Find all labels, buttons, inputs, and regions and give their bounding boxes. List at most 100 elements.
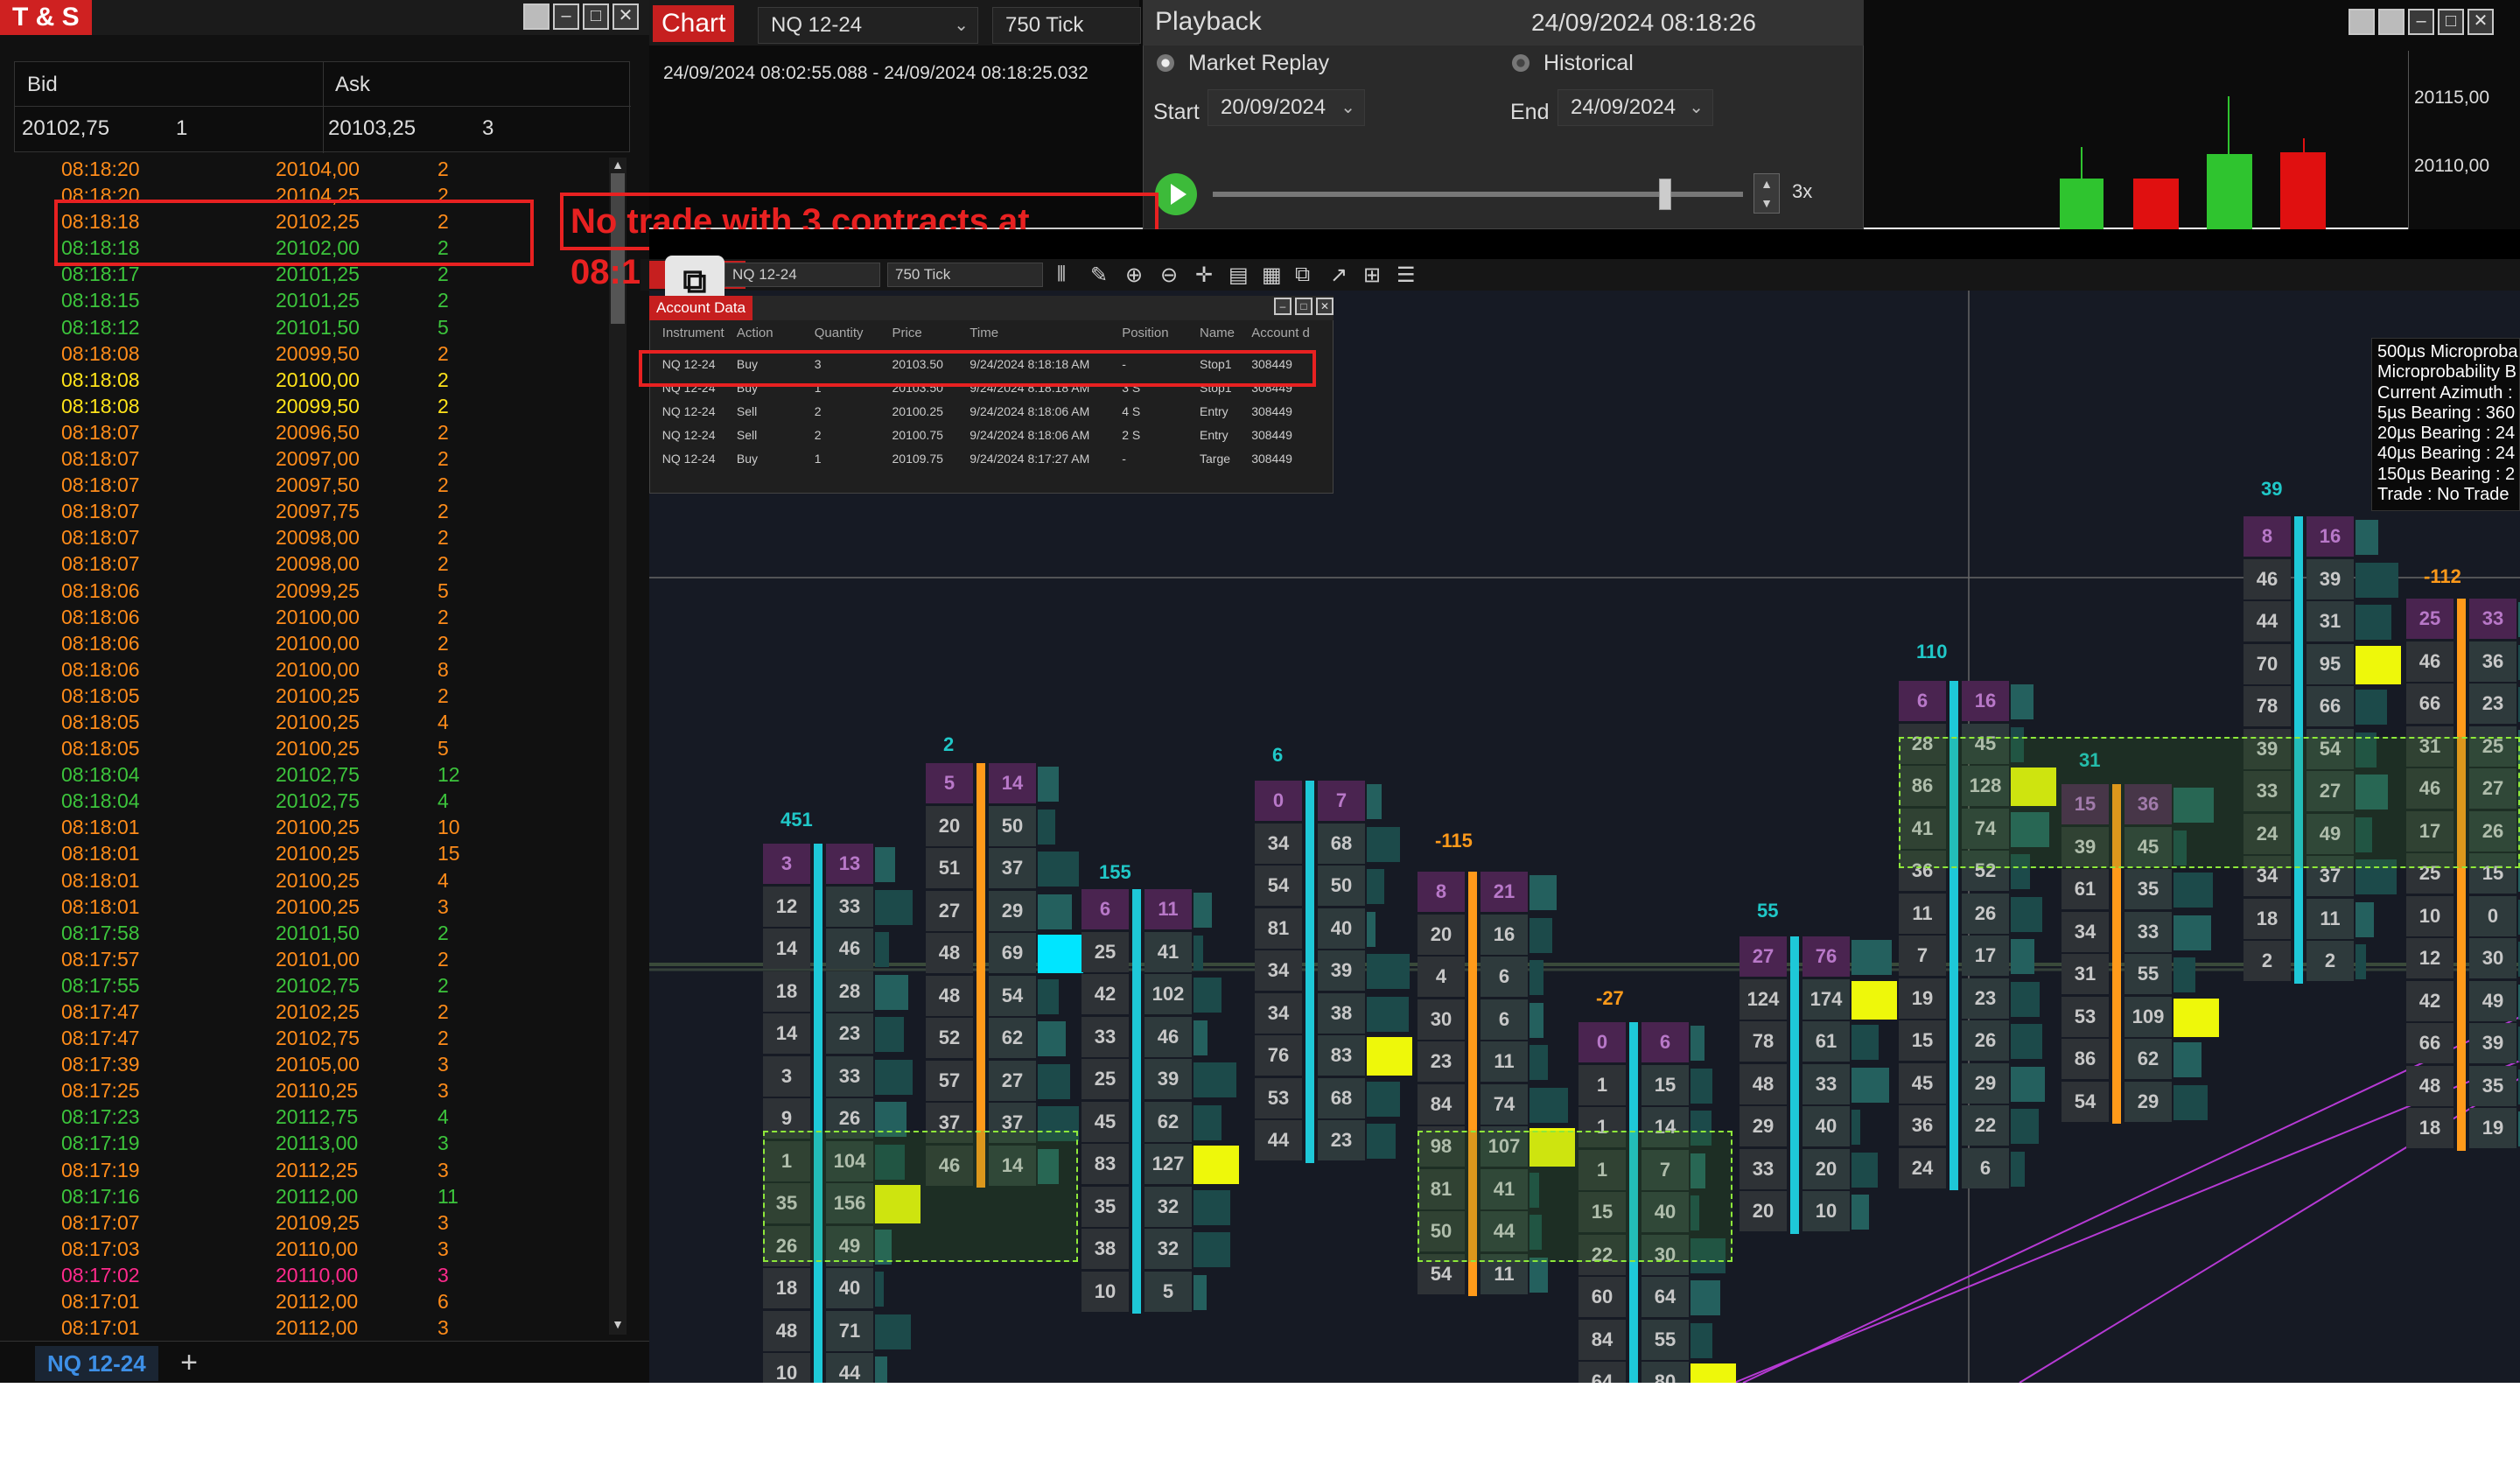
column-header[interactable]: Quantity [815, 326, 864, 340]
market-replay-radio[interactable] [1157, 54, 1174, 72]
order-cell: 308449 [1251, 452, 1292, 466]
trade-price: 20102,75 [276, 789, 360, 813]
volume-bar [1530, 960, 1544, 995]
play-button[interactable] [1155, 173, 1197, 215]
footprint-cell: 46 [2244, 558, 2291, 599]
bar-type-icon[interactable]: ⫴ [1057, 263, 1066, 287]
close-icon[interactable]: ✕ [1316, 298, 1334, 315]
footprint-cell: 66 [2406, 1023, 2454, 1063]
column-header[interactable]: Position [1122, 326, 1168, 340]
zoom-in-icon[interactable]: ⊕ [1125, 263, 1143, 288]
speed-stepper[interactable]: ▲ ▼ [1754, 173, 1780, 214]
volume-bar [2356, 520, 2378, 555]
properties-icon[interactable]: ▤ [1228, 263, 1249, 288]
trade-price: 20100,25 [276, 868, 360, 892]
footprint-cell: 50 [989, 805, 1036, 846]
draw-icon[interactable]: ✎ [1090, 263, 1108, 288]
trade-row: 08:17:16 20112,00 11 [61, 1183, 604, 1209]
info-line: 500µs Microproba [2377, 342, 2518, 361]
trades-list: 08:18:20 20104,00 2 08:18:20 20104,25 2 08:18:… [61, 156, 604, 1339]
zoom-out-icon[interactable]: ⊖ [1160, 263, 1178, 288]
play-icon [1171, 184, 1186, 205]
footprint-cell: 60 [1578, 1277, 1626, 1317]
ts-scrollbar[interactable] [609, 158, 626, 1335]
instrument-select[interactable]: NQ 12-24 ⌄ [758, 7, 978, 44]
column-header[interactable]: Time [970, 326, 998, 340]
order-cell: 4 S [1122, 404, 1141, 418]
trade-time: 08:18:07 [61, 420, 140, 444]
trade-time: 08:18:04 [61, 789, 140, 813]
minimize-icon[interactable]: – [553, 4, 579, 30]
trade-time: 08:17:23 [61, 1105, 140, 1129]
trade-price: 20100,00 [276, 657, 360, 681]
footprint-cell: 24 [1899, 1147, 1946, 1188]
tab-nq-12-24[interactable]: NQ 12-24 [35, 1346, 158, 1381]
order-cell: 2 [814, 404, 822, 418]
footprint-cell: 18 [763, 1268, 810, 1308]
trade-time: 08:18:07 [61, 473, 140, 497]
restore-icon[interactable] [2378, 9, 2404, 35]
footprint-cell: 8 [1418, 872, 1465, 912]
trade-row: 08:18:08 20099,50 2 [61, 340, 604, 367]
restore-icon[interactable] [523, 4, 550, 30]
footprint-cell: 34 [1255, 823, 1302, 864]
footprint-cell: 23 [826, 1013, 873, 1054]
minimize-icon[interactable]: – [1274, 298, 1292, 315]
strategy-icon[interactable]: ↗ [1330, 263, 1348, 288]
trade-price: 20100,25 [276, 737, 360, 761]
column-header[interactable]: Price [892, 326, 922, 340]
volume-bar [1367, 1081, 1400, 1117]
list-icon[interactable]: ☰ [1396, 263, 1416, 288]
interval-select[interactable]: 750 Tick [992, 7, 1141, 44]
scroll-down-icon[interactable]: ▼ [609, 1317, 626, 1333]
trade-time: 08:17:25 [61, 1079, 140, 1103]
footprint-cell: 127 [1144, 1144, 1192, 1184]
close-icon[interactable]: ✕ [2468, 9, 2494, 35]
trade-price: 20110,00 [276, 1237, 359, 1260]
indicator-icon[interactable]: ⧉ [1295, 263, 1310, 287]
volume-bar [2356, 562, 2398, 598]
volume-bar [1194, 1104, 1222, 1140]
crosshair-icon[interactable]: ✛ [1195, 263, 1213, 288]
restore-icon[interactable] [2348, 9, 2375, 35]
order-cell: 20109.75 [892, 452, 943, 466]
order-cell: 20100.75 [892, 428, 943, 442]
footprint-cell: 32 [1144, 1229, 1192, 1269]
calculator-icon[interactable]: ⊞ [1363, 263, 1381, 288]
scroll-up-icon[interactable]: ▲ [609, 158, 626, 173]
column-header[interactable]: Instrument [662, 326, 724, 340]
historical-radio[interactable] [1512, 54, 1530, 72]
footprint-interval-select[interactable]: 750 Tick [887, 263, 1043, 287]
slider-handle[interactable] [1659, 179, 1671, 210]
footprint-cell: 12 [2406, 938, 2454, 978]
volume-bar [1194, 978, 1222, 1013]
trade-size: 5 [438, 315, 449, 339]
maximize-icon[interactable]: □ [2438, 9, 2464, 35]
start-date-select[interactable]: 20/09/2024 ⌄ [1208, 89, 1365, 126]
trade-size: 11 [438, 1184, 458, 1208]
end-date-select[interactable]: 24/09/2024 ⌄ [1558, 89, 1713, 126]
column-header[interactable]: Account d [1251, 326, 1310, 340]
account-data-tab[interactable]: Account Data [649, 296, 753, 320]
footprint-cell: 33 [826, 886, 873, 927]
footprint-cell: 11 [1480, 1041, 1528, 1082]
bar-delta-label: 110 [1916, 641, 1948, 662]
column-header[interactable]: Name [1200, 326, 1235, 340]
maximize-icon[interactable]: □ [1295, 298, 1312, 315]
maximize-icon[interactable]: □ [583, 4, 609, 30]
column-header[interactable]: Action [737, 326, 774, 340]
trade-price: 20097,00 [276, 447, 360, 471]
volume-bar [2011, 939, 2034, 974]
bar-delta-label: 155 [1099, 861, 1131, 883]
order-cell: NQ 12-24 [662, 404, 716, 418]
minimize-icon[interactable]: – [2408, 9, 2434, 35]
trade-size: 2 [438, 605, 449, 628]
trade-time: 08:18:05 [61, 710, 140, 733]
template-icon[interactable]: ▦ [1262, 263, 1282, 288]
quote-divider [323, 62, 324, 153]
add-tab-button[interactable]: + [172, 1346, 206, 1381]
footprint-cell: 40 [1318, 908, 1365, 949]
footprint-instrument-select[interactable]: NQ 12-24 [724, 263, 880, 287]
footprint-cell: 78 [1740, 1021, 1787, 1062]
close-icon[interactable]: ✕ [612, 4, 639, 30]
